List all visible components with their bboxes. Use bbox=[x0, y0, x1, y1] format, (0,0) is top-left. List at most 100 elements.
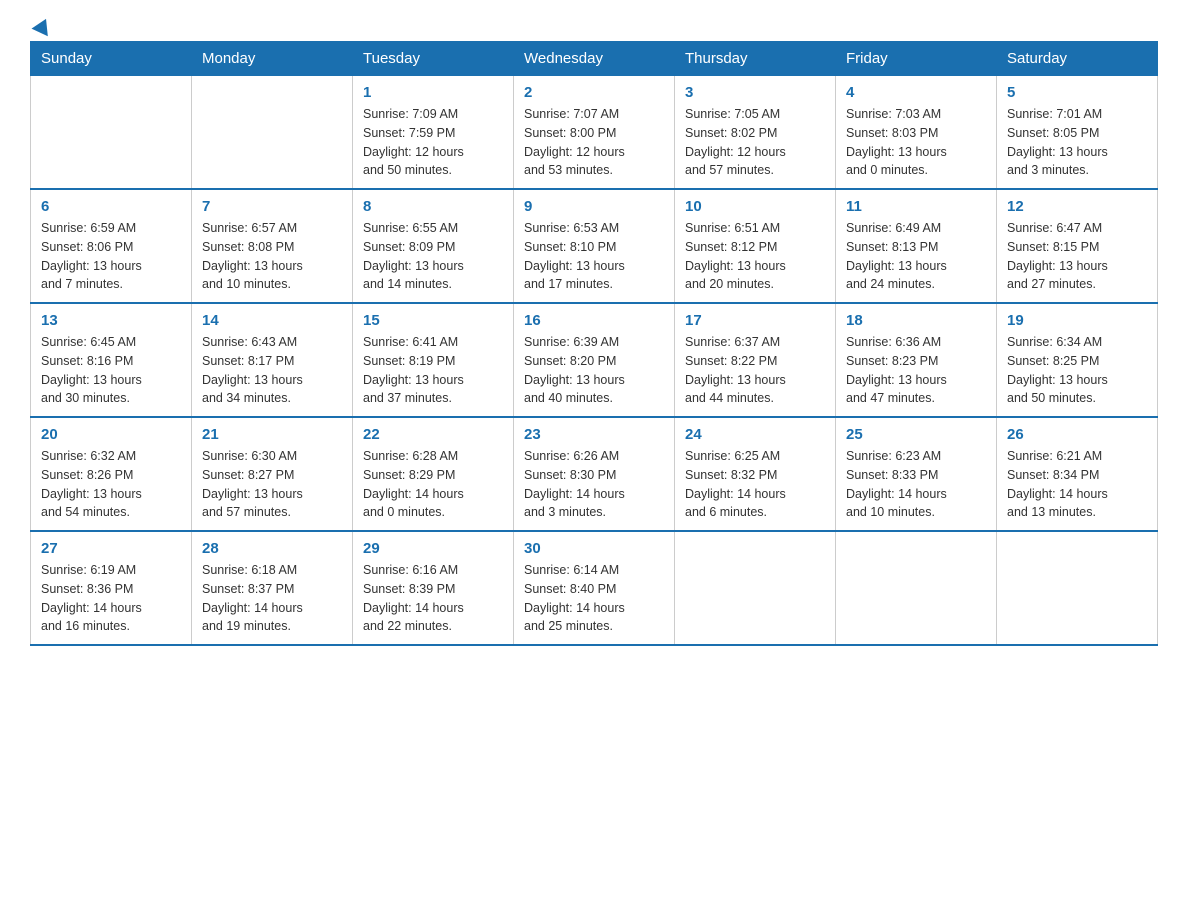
day-number: 25 bbox=[846, 426, 986, 443]
day-info: Sunrise: 6:19 AM Sunset: 8:36 PM Dayligh… bbox=[41, 561, 181, 636]
day-number: 12 bbox=[1007, 198, 1147, 215]
day-info: Sunrise: 6:28 AM Sunset: 8:29 PM Dayligh… bbox=[363, 447, 503, 522]
logo bbox=[30, 20, 51, 31]
day-number: 7 bbox=[202, 198, 342, 215]
weekday-header-thursday: Thursday bbox=[675, 42, 836, 76]
calendar-cell: 24 Sunrise: 6:25 AM Sunset: 8:32 PM Dayli… bbox=[675, 417, 836, 531]
day-number: 24 bbox=[685, 426, 825, 443]
day-number: 2 bbox=[524, 84, 664, 101]
day-number: 9 bbox=[524, 198, 664, 215]
day-info: Sunrise: 6:37 AM Sunset: 8:22 PM Dayligh… bbox=[685, 333, 825, 408]
day-info: Sunrise: 6:14 AM Sunset: 8:40 PM Dayligh… bbox=[524, 561, 664, 636]
day-info: Sunrise: 6:18 AM Sunset: 8:37 PM Dayligh… bbox=[202, 561, 342, 636]
day-info: Sunrise: 6:51 AM Sunset: 8:12 PM Dayligh… bbox=[685, 219, 825, 294]
day-number: 1 bbox=[363, 84, 503, 101]
day-info: Sunrise: 6:25 AM Sunset: 8:32 PM Dayligh… bbox=[685, 447, 825, 522]
day-number: 6 bbox=[41, 198, 181, 215]
day-info: Sunrise: 6:41 AM Sunset: 8:19 PM Dayligh… bbox=[363, 333, 503, 408]
day-number: 15 bbox=[363, 312, 503, 329]
day-number: 20 bbox=[41, 426, 181, 443]
day-number: 14 bbox=[202, 312, 342, 329]
calendar-cell: 27 Sunrise: 6:19 AM Sunset: 8:36 PM Dayli… bbox=[31, 531, 192, 645]
calendar-cell: 22 Sunrise: 6:28 AM Sunset: 8:29 PM Dayli… bbox=[353, 417, 514, 531]
calendar-cell: 13 Sunrise: 6:45 AM Sunset: 8:16 PM Dayli… bbox=[31, 303, 192, 417]
calendar-cell: 14 Sunrise: 6:43 AM Sunset: 8:17 PM Dayli… bbox=[192, 303, 353, 417]
day-info: Sunrise: 7:09 AM Sunset: 7:59 PM Dayligh… bbox=[363, 105, 503, 180]
day-number: 11 bbox=[846, 198, 986, 215]
day-info: Sunrise: 6:57 AM Sunset: 8:08 PM Dayligh… bbox=[202, 219, 342, 294]
day-info: Sunrise: 7:05 AM Sunset: 8:02 PM Dayligh… bbox=[685, 105, 825, 180]
calendar-cell: 18 Sunrise: 6:36 AM Sunset: 8:23 PM Dayli… bbox=[836, 303, 997, 417]
week-row-4: 20 Sunrise: 6:32 AM Sunset: 8:26 PM Dayli… bbox=[31, 417, 1158, 531]
day-info: Sunrise: 6:53 AM Sunset: 8:10 PM Dayligh… bbox=[524, 219, 664, 294]
calendar-cell: 25 Sunrise: 6:23 AM Sunset: 8:33 PM Dayli… bbox=[836, 417, 997, 531]
day-number: 16 bbox=[524, 312, 664, 329]
day-info: Sunrise: 6:43 AM Sunset: 8:17 PM Dayligh… bbox=[202, 333, 342, 408]
calendar-cell: 19 Sunrise: 6:34 AM Sunset: 8:25 PM Dayli… bbox=[997, 303, 1158, 417]
weekday-header-friday: Friday bbox=[836, 42, 997, 76]
logo-triangle-icon bbox=[32, 15, 55, 36]
day-number: 13 bbox=[41, 312, 181, 329]
calendar-cell: 8 Sunrise: 6:55 AM Sunset: 8:09 PM Daylig… bbox=[353, 189, 514, 303]
day-number: 21 bbox=[202, 426, 342, 443]
calendar-cell: 11 Sunrise: 6:49 AM Sunset: 8:13 PM Dayli… bbox=[836, 189, 997, 303]
day-number: 29 bbox=[363, 540, 503, 557]
calendar-cell: 5Sunrise: 7:01 AM Sunset: 8:05 PM Daylig… bbox=[997, 76, 1158, 190]
day-info: Sunrise: 6:55 AM Sunset: 8:09 PM Dayligh… bbox=[363, 219, 503, 294]
week-row-2: 6 Sunrise: 6:59 AM Sunset: 8:06 PM Daylig… bbox=[31, 189, 1158, 303]
day-info: Sunrise: 6:59 AM Sunset: 8:06 PM Dayligh… bbox=[41, 219, 181, 294]
day-info: Sunrise: 6:30 AM Sunset: 8:27 PM Dayligh… bbox=[202, 447, 342, 522]
day-number: 22 bbox=[363, 426, 503, 443]
day-number: 4 bbox=[846, 84, 986, 101]
calendar-cell: 23 Sunrise: 6:26 AM Sunset: 8:30 PM Dayli… bbox=[514, 417, 675, 531]
calendar-cell: 21 Sunrise: 6:30 AM Sunset: 8:27 PM Dayli… bbox=[192, 417, 353, 531]
day-info: Sunrise: 6:16 AM Sunset: 8:39 PM Dayligh… bbox=[363, 561, 503, 636]
day-number: 8 bbox=[363, 198, 503, 215]
calendar-cell bbox=[31, 76, 192, 190]
week-row-3: 13 Sunrise: 6:45 AM Sunset: 8:16 PM Dayli… bbox=[31, 303, 1158, 417]
calendar-cell: 12 Sunrise: 6:47 AM Sunset: 8:15 PM Dayli… bbox=[997, 189, 1158, 303]
day-info: Sunrise: 6:34 AM Sunset: 8:25 PM Dayligh… bbox=[1007, 333, 1147, 408]
calendar-cell: 30 Sunrise: 6:14 AM Sunset: 8:40 PM Dayli… bbox=[514, 531, 675, 645]
calendar-cell: 29 Sunrise: 6:16 AM Sunset: 8:39 PM Dayli… bbox=[353, 531, 514, 645]
calendar-cell: 4 Sunrise: 7:03 AM Sunset: 8:03 PM Daylig… bbox=[836, 76, 997, 190]
day-number: 17 bbox=[685, 312, 825, 329]
calendar-cell: 26 Sunrise: 6:21 AM Sunset: 8:34 PM Dayli… bbox=[997, 417, 1158, 531]
calendar-cell bbox=[675, 531, 836, 645]
day-info: Sunrise: 6:39 AM Sunset: 8:20 PM Dayligh… bbox=[524, 333, 664, 408]
day-number: 28 bbox=[202, 540, 342, 557]
day-info: Sunrise: 7:07 AM Sunset: 8:00 PM Dayligh… bbox=[524, 105, 664, 180]
day-number: 10 bbox=[685, 198, 825, 215]
weekday-header-saturday: Saturday bbox=[997, 42, 1158, 76]
day-info: Sunrise: 6:26 AM Sunset: 8:30 PM Dayligh… bbox=[524, 447, 664, 522]
calendar-cell bbox=[836, 531, 997, 645]
day-number: 30 bbox=[524, 540, 664, 557]
calendar-cell: 28 Sunrise: 6:18 AM Sunset: 8:37 PM Dayli… bbox=[192, 531, 353, 645]
day-number: 18 bbox=[846, 312, 986, 329]
calendar-cell bbox=[192, 76, 353, 190]
calendar-cell: 16 Sunrise: 6:39 AM Sunset: 8:20 PM Dayli… bbox=[514, 303, 675, 417]
day-number: 19 bbox=[1007, 312, 1147, 329]
day-info: Sunrise: 6:21 AM Sunset: 8:34 PM Dayligh… bbox=[1007, 447, 1147, 522]
calendar-cell: 6 Sunrise: 6:59 AM Sunset: 8:06 PM Daylig… bbox=[31, 189, 192, 303]
page-header bbox=[30, 20, 1158, 31]
day-info: Sunrise: 6:36 AM Sunset: 8:23 PM Dayligh… bbox=[846, 333, 986, 408]
calendar-cell: 9 Sunrise: 6:53 AM Sunset: 8:10 PM Daylig… bbox=[514, 189, 675, 303]
day-number: 27 bbox=[41, 540, 181, 557]
weekday-header-sunday: Sunday bbox=[31, 42, 192, 76]
day-number: 26 bbox=[1007, 426, 1147, 443]
week-row-5: 27 Sunrise: 6:19 AM Sunset: 8:36 PM Dayli… bbox=[31, 531, 1158, 645]
day-info: Sunrise: 6:47 AM Sunset: 8:15 PM Dayligh… bbox=[1007, 219, 1147, 294]
day-info: Sunrise: 6:32 AM Sunset: 8:26 PM Dayligh… bbox=[41, 447, 181, 522]
day-info: Sunrise: 6:45 AM Sunset: 8:16 PM Dayligh… bbox=[41, 333, 181, 408]
day-info: Sunrise: 6:23 AM Sunset: 8:33 PM Dayligh… bbox=[846, 447, 986, 522]
day-number: 3 bbox=[685, 84, 825, 101]
calendar-cell: 3 Sunrise: 7:05 AM Sunset: 8:02 PM Daylig… bbox=[675, 76, 836, 190]
weekday-header-monday: Monday bbox=[192, 42, 353, 76]
day-number: 5 bbox=[1007, 84, 1147, 101]
day-info: Sunrise: 7:03 AM Sunset: 8:03 PM Dayligh… bbox=[846, 105, 986, 180]
day-info: Sunrise: 6:49 AM Sunset: 8:13 PM Dayligh… bbox=[846, 219, 986, 294]
calendar-cell: 20 Sunrise: 6:32 AM Sunset: 8:26 PM Dayli… bbox=[31, 417, 192, 531]
weekday-header-tuesday: Tuesday bbox=[353, 42, 514, 76]
day-number: 23 bbox=[524, 426, 664, 443]
